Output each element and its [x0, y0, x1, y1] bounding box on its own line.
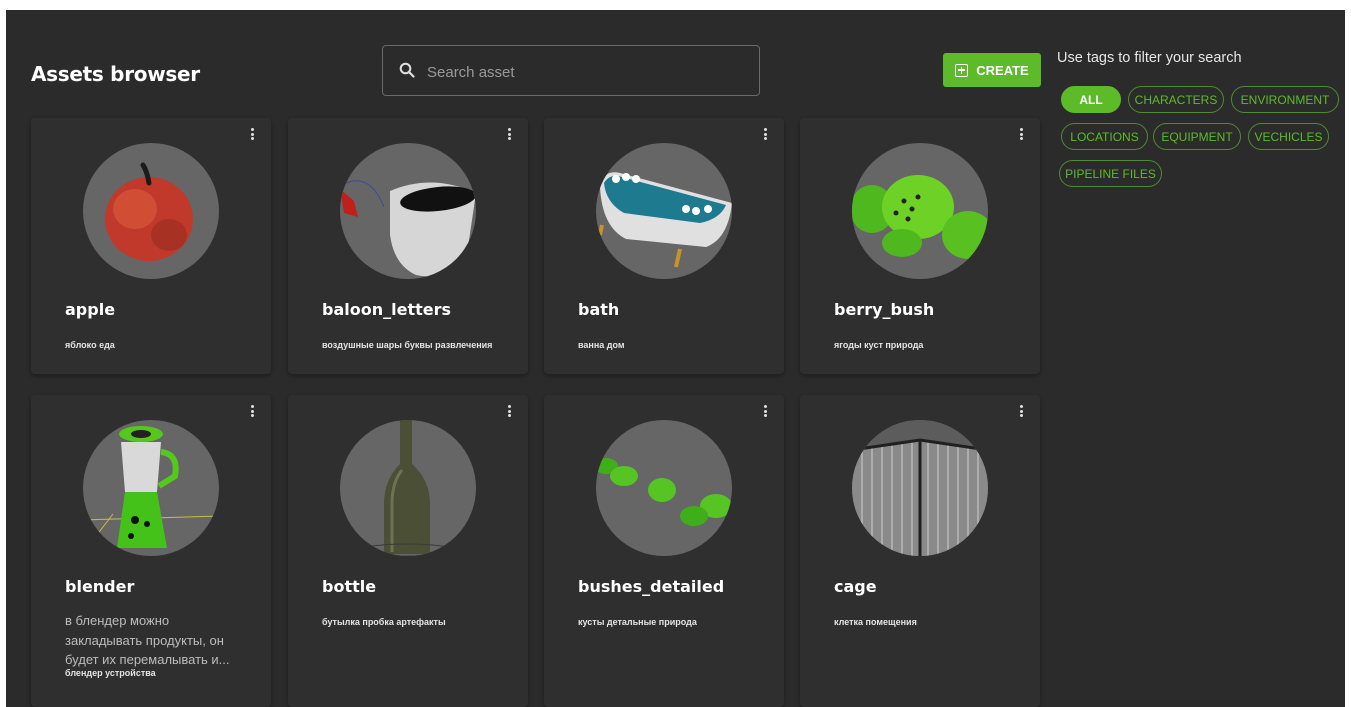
asset-name: blender [65, 577, 135, 596]
bushes-icon [596, 420, 732, 556]
asset-name: apple [65, 300, 116, 319]
more-options-icon[interactable] [504, 402, 514, 420]
asset-card-bushes-detailed[interactable]: bushes_detailed кусты детальные природа [544, 395, 784, 707]
page-title: Assets browser [31, 62, 200, 86]
tag-vechicles[interactable]: VECHICLES [1248, 123, 1329, 150]
bath-icon [596, 143, 732, 279]
asset-card-bath[interactable]: bath ванна дом [544, 118, 784, 374]
tags-filter-title: Use tags to filter your search [1057, 50, 1242, 66]
asset-name: bushes_detailed [578, 577, 725, 596]
more-options-icon[interactable] [1016, 402, 1026, 420]
assets-browser-window: Assets browser CREATE Use tags to filter… [6, 10, 1345, 707]
asset-tags: блендер устройства [65, 668, 156, 678]
berry-bush-icon [852, 143, 988, 279]
more-options-icon[interactable] [247, 402, 257, 420]
search-input[interactable] [425, 58, 729, 86]
asset-name: bath [578, 300, 620, 319]
search-box[interactable] [382, 45, 760, 96]
more-options-icon[interactable] [760, 125, 770, 143]
asset-card-bottle[interactable]: bottle бутылка пробка артефакты [288, 395, 528, 707]
tag-environment[interactable]: ENVIRONMENT [1231, 86, 1339, 113]
cage-icon [852, 420, 988, 556]
tag-equipment[interactable]: EQUIPMENT [1153, 123, 1241, 150]
create-button[interactable]: CREATE [943, 53, 1041, 87]
asset-name: cage [834, 577, 877, 596]
more-options-icon[interactable] [247, 125, 257, 143]
asset-name: baloon_letters [322, 300, 452, 319]
plus-square-icon [955, 63, 969, 77]
asset-card-berry-bush[interactable]: berry_bush ягоды куст природа [800, 118, 1040, 374]
asset-tags: ягоды куст природа [834, 340, 924, 350]
asset-card-apple[interactable]: apple яблоко еда [31, 118, 271, 374]
asset-tags: воздушные шары буквы развлечения [322, 340, 493, 350]
search-icon [399, 62, 415, 78]
more-options-icon[interactable] [1016, 125, 1026, 143]
blender-icon [83, 420, 219, 556]
apple-icon [83, 143, 219, 279]
bottle-icon [340, 420, 476, 556]
tag-characters[interactable]: CHARACTERS [1128, 86, 1224, 113]
asset-description: в блендер можно закладывать продукты, он… [65, 613, 230, 667]
baloon-letters-icon [340, 143, 476, 279]
asset-card-blender[interactable]: blender в блендер можно закладывать прод… [31, 395, 271, 707]
create-button-label: CREATE [976, 62, 1029, 78]
asset-card-cage[interactable]: cage клетка помещения [800, 395, 1040, 707]
asset-name: berry_bush [834, 300, 935, 319]
more-options-icon[interactable] [504, 125, 514, 143]
asset-tags: ванна дом [578, 340, 625, 350]
asset-tags: кусты детальные природа [578, 617, 697, 627]
tag-all[interactable]: ALL [1061, 86, 1121, 113]
tag-locations[interactable]: LOCATIONS [1061, 123, 1148, 150]
tag-pipeline-files[interactable]: PIPELINE FILES [1059, 160, 1162, 187]
asset-card-baloon-letters[interactable]: baloon_letters воздушные шары буквы разв… [288, 118, 528, 374]
asset-tags: бутылка пробка артефакты [322, 617, 446, 627]
asset-tags: клетка помещения [834, 617, 917, 627]
asset-tags: яблоко еда [65, 340, 115, 350]
asset-name: bottle [322, 577, 377, 596]
more-options-icon[interactable] [760, 402, 770, 420]
